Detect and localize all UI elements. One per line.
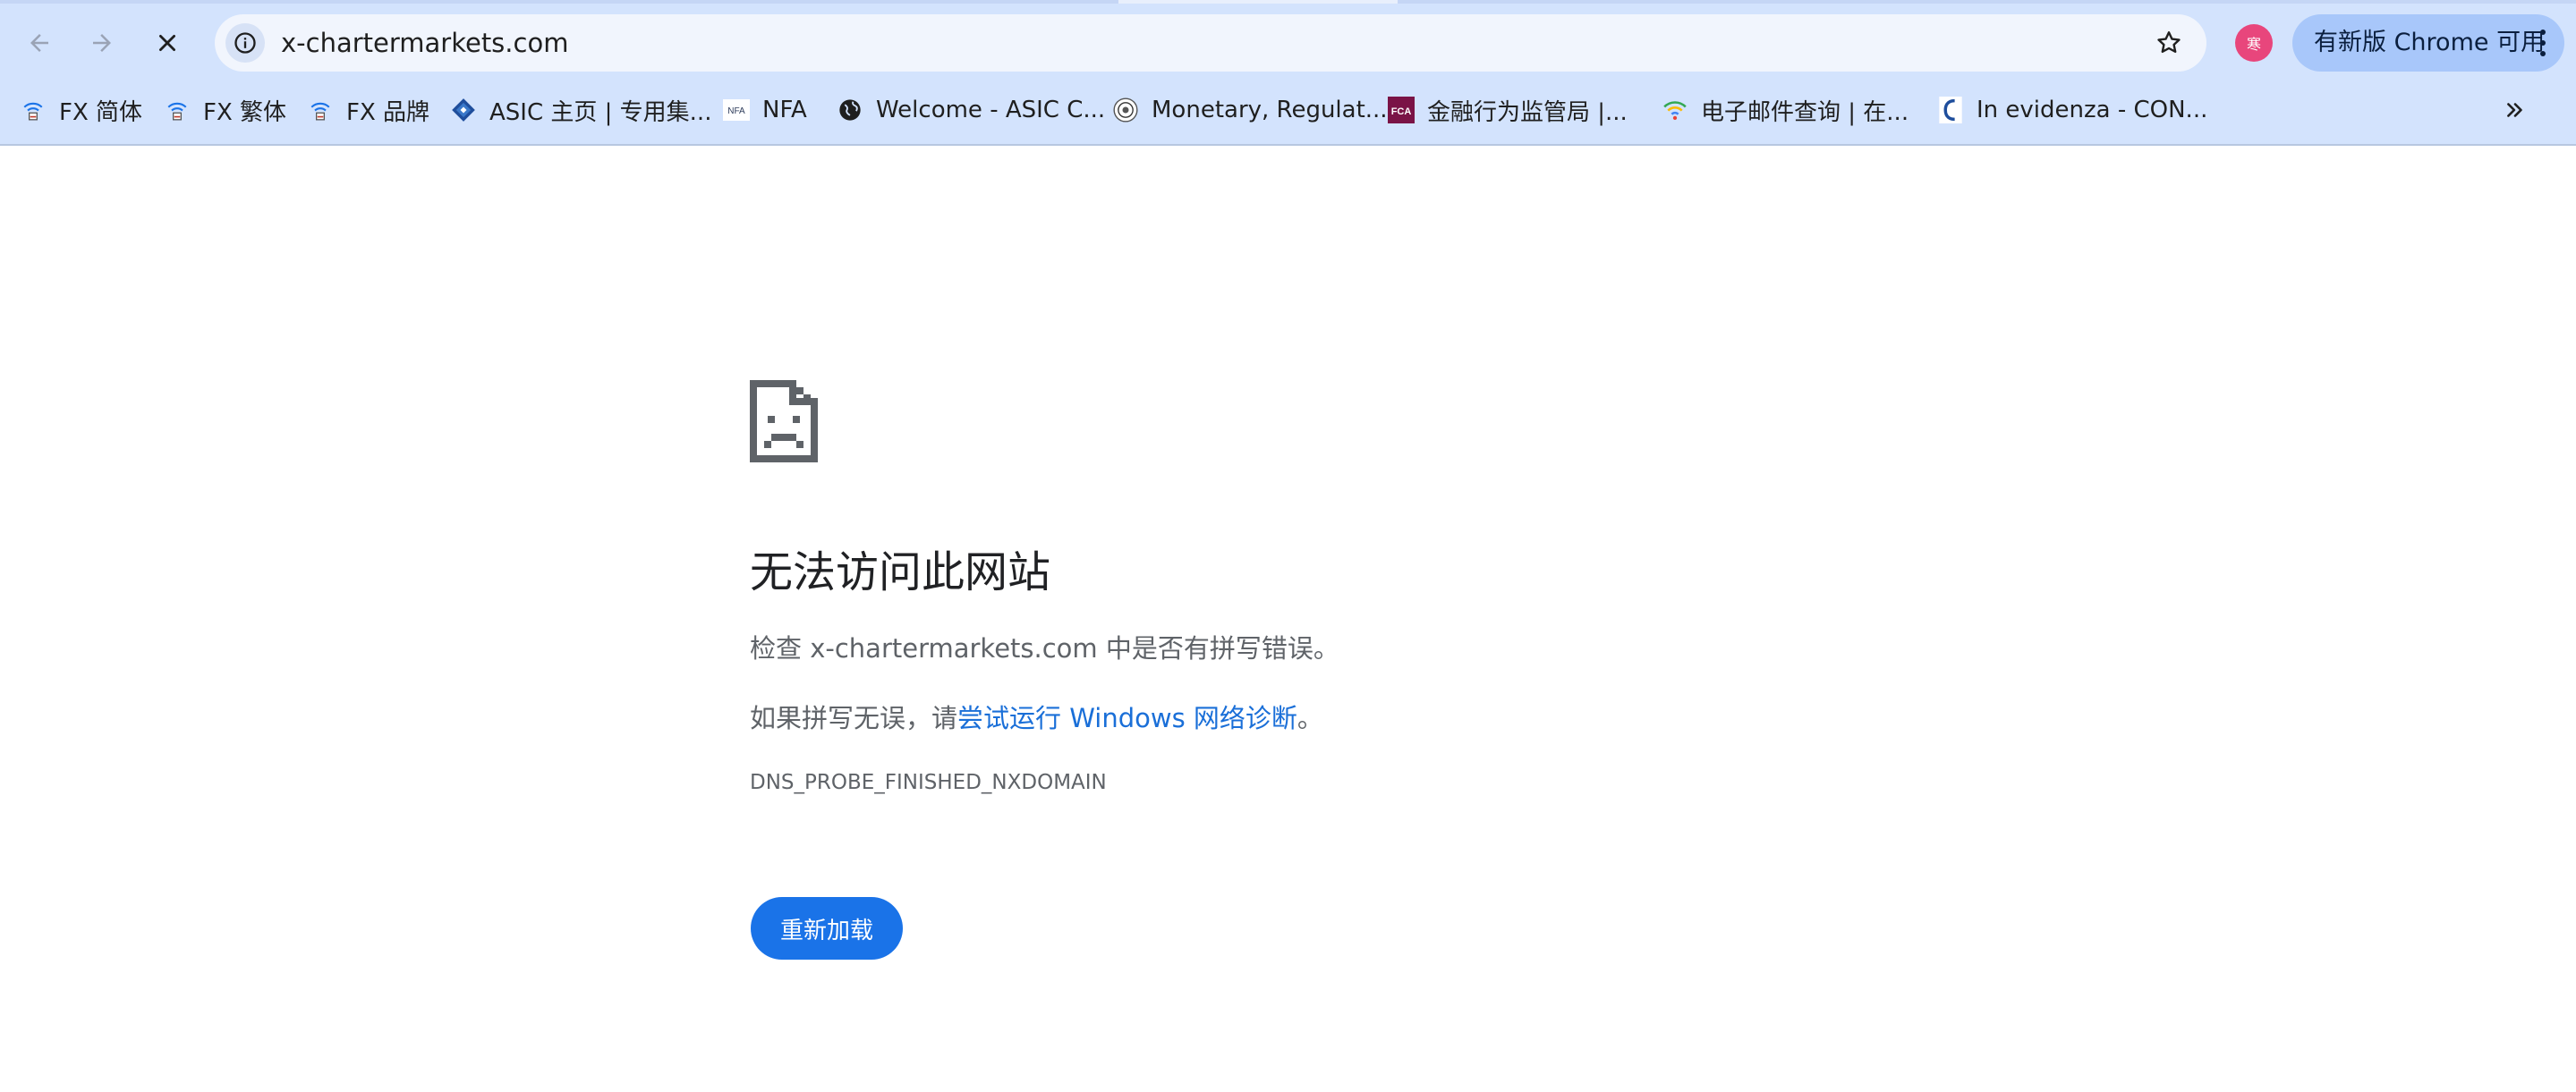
profile-avatar[interactable]: 寒	[2235, 24, 2273, 62]
typo-hint-text: 检查 x-chartermarkets.com 中是否有拼写错误。	[750, 633, 1339, 664]
toolbar: x-chartermarkets.com 寒 有新版 Chrome 可用	[0, 13, 2576, 73]
svg-text:FCA: FCA	[1391, 106, 1412, 117]
bookmark-item[interactable]: In evidenza - CON...	[1937, 86, 2207, 134]
consob-logo-icon	[1937, 97, 1964, 123]
bookmark-item[interactable]: NFA NFA	[723, 86, 807, 134]
address-bar[interactable]: x-chartermarkets.com	[215, 14, 2206, 72]
bookmark-label: FX 品牌	[346, 98, 430, 126]
bookmark-label: ASIC 主页 | 专用集...	[489, 98, 712, 126]
double-chevron-right-icon	[2507, 103, 2522, 117]
bookmark-label: FX 繁体	[203, 98, 287, 126]
bookmarks-bar: FX 简体 FX 繁体 FX 品牌 ASIC 主页 | 专用集... NFA N…	[0, 86, 2576, 134]
back-arrow-icon	[30, 34, 48, 52]
back-button[interactable]	[13, 13, 66, 73]
forward-arrow-icon	[93, 34, 111, 52]
bookmark-item[interactable]: FX 繁体	[164, 86, 286, 134]
run-network-diagnostics-link[interactable]: 尝试运行 Windows 网络诊断	[957, 703, 1297, 733]
diagnostics-suffix: 。	[1297, 703, 1323, 733]
bookmark-item[interactable]: FX 品牌	[307, 86, 429, 134]
star-icon	[2157, 31, 2181, 54]
stop-loading-button[interactable]	[140, 13, 194, 73]
fx-wifi-icon	[307, 97, 334, 123]
kebab-menu-icon[interactable]	[2534, 27, 2552, 59]
close-icon	[159, 35, 175, 51]
wifi-icon	[1662, 97, 1688, 123]
update-label: 有新版 Chrome 可用	[2314, 29, 2546, 56]
error-code: DNS_PROBE_FINISHED_NXDOMAIN	[750, 771, 1107, 794]
page-title: 无法访问此网站	[750, 547, 1051, 597]
bookmark-label: Welcome - ASIC C...	[876, 97, 1106, 123]
bookmarks-overflow-button[interactable]	[2495, 89, 2536, 131]
bookmark-label: 电子邮件查询 | 在...	[1701, 98, 1909, 126]
asic-diamond-icon	[450, 97, 477, 123]
browser-chrome: x-chartermarkets.com 寒 有新版 Chrome 可用 FX …	[0, 0, 2576, 146]
bookmark-label: Monetary, Regulat...	[1152, 97, 1388, 123]
sad-document-icon	[750, 380, 818, 462]
nfa-logo-icon: NFA	[723, 97, 750, 123]
bookmark-star-button[interactable]	[2151, 25, 2187, 61]
svg-text:NFA: NFA	[727, 106, 745, 116]
forward-button[interactable]	[75, 13, 129, 73]
bookmark-item[interactable]: FCA 金融行为监管局 |...	[1388, 86, 1628, 134]
bookmark-label: In evidenza - CON...	[1977, 97, 2208, 123]
fx-wifi-icon	[20, 97, 47, 123]
diagnostics-hint: 如果拼写无误，请尝试运行 Windows 网络诊断。	[750, 698, 1323, 735]
site-info-button[interactable]	[225, 23, 265, 63]
chrome-update-button[interactable]: 有新版 Chrome 可用	[2292, 14, 2564, 72]
seal-icon	[1112, 97, 1139, 123]
reload-button[interactable]: 重新加载	[751, 897, 903, 960]
active-tab-edge[interactable]	[1118, 0, 1398, 4]
globe-icon	[837, 97, 863, 123]
bookmark-item[interactable]: Welcome - ASIC C...	[837, 86, 1105, 134]
bookmark-item[interactable]: ASIC 主页 | 专用集...	[450, 86, 711, 134]
bookmark-label: FX 简体	[59, 98, 143, 126]
tab-strip	[0, 0, 2576, 4]
bookmark-label: 金融行为监管局 |...	[1427, 98, 1628, 126]
page-content: 无法访问此网站 检查 x-chartermarkets.com 中是否有拼写错误…	[0, 148, 2576, 1092]
bookmark-item[interactable]: 电子邮件查询 | 在...	[1662, 86, 1909, 134]
info-icon	[234, 32, 256, 54]
fca-logo-icon: FCA	[1388, 97, 1415, 123]
bookmark-label: NFA	[762, 97, 807, 123]
bookmark-item[interactable]: Monetary, Regulat...	[1112, 86, 1388, 134]
bookmark-item[interactable]: FX 简体	[20, 86, 142, 134]
diagnostics-prefix: 如果拼写无误，请	[750, 703, 958, 733]
url-text[interactable]: x-chartermarkets.com	[281, 14, 568, 72]
fx-wifi-icon	[164, 97, 191, 123]
